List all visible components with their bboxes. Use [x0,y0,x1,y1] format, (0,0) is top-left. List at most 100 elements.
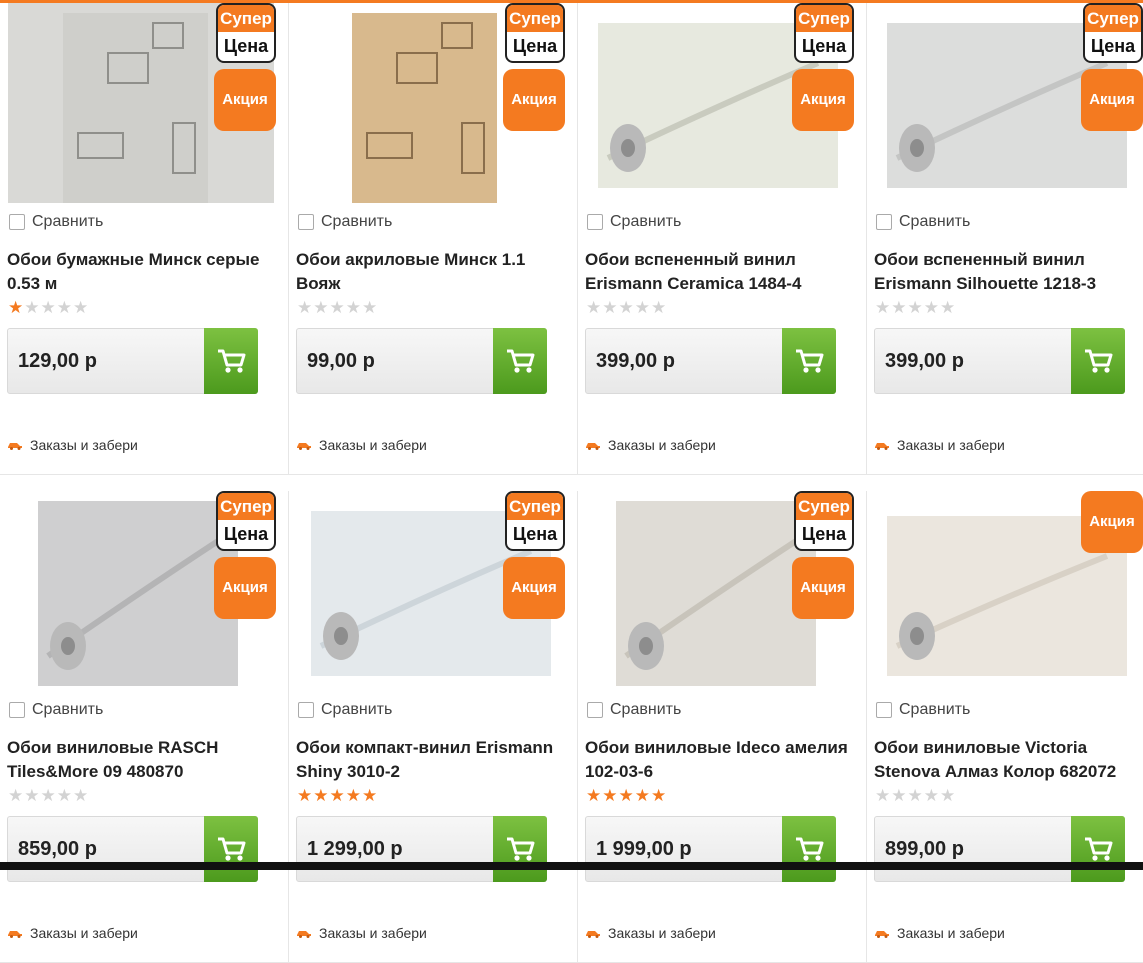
compare-label: Сравнить [610,701,682,718]
product-card[interactable]: Акция Сравнить Обои виниловые Victoria Ste… [867,491,1143,963]
super-price-badge: Супер Цена [216,491,276,551]
price-value: 1 999,00 р [596,838,692,860]
star-icon: ★ [345,298,361,317]
super-price-badge: Супер Цена [794,3,854,63]
star-icon: ★ [634,786,650,805]
star-icon: ★ [602,298,618,317]
add-to-cart-button[interactable] [782,328,836,394]
pickup-link[interactable]: Заказы и забери [585,925,716,941]
checkbox-icon[interactable] [298,214,314,230]
star-icon: ★ [8,298,24,317]
price-value: 899,00 р [885,838,964,860]
product-title[interactable]: Обои компакт-винил Erismann Shiny 3010-2 [296,736,568,784]
compare-checkbox[interactable]: Сравнить [876,213,970,231]
pickup-link[interactable]: Заказы и забери [296,437,427,453]
pickup-link[interactable]: Заказы и забери [296,925,427,941]
compare-label: Сравнить [32,213,104,230]
super-price-badge: Супер Цена [794,491,854,551]
product-card[interactable]: Супер Цена Акция Сравнить Обои вспененный в… [578,3,867,475]
price-box: 399,00 р [585,328,836,394]
compare-checkbox[interactable]: Сравнить [876,701,970,719]
cart-icon [796,349,824,373]
product-card[interactable]: Супер Цена Акция Сравнить Обои бумажные Мин… [0,3,289,475]
product-title[interactable]: Обои виниловые Victoria Stenova Алмаз Ко… [874,736,1143,784]
add-to-cart-button[interactable] [1071,328,1125,394]
product-title[interactable]: Обои бумажные Минск серые 0.53 м [7,248,279,296]
cart-icon [507,837,535,861]
super-price-badge: Супер Цена [505,491,565,551]
product-title[interactable]: Обои виниловые Ideco амелия 102-03-6 [585,736,857,784]
sale-badge: Акция [214,557,276,619]
pickup-link[interactable]: Заказы и забери [7,437,138,453]
pickup-link[interactable]: Заказы и забери [874,925,1005,941]
star-icon: ★ [651,786,667,805]
cart-icon [507,349,535,373]
checkbox-icon[interactable] [9,702,25,718]
compare-checkbox[interactable]: Сравнить [298,213,392,231]
product-card[interactable]: Супер Цена Акция Сравнить Обои компакт-вини… [289,491,578,963]
product-title[interactable]: Обои вспененный винил Erismann Ceramica … [585,248,857,296]
product-card[interactable]: Супер Цена Акция Сравнить Обои виниловые RA… [0,491,289,963]
product-card[interactable]: Супер Цена Акция Сравнить Обои акриловые Ми… [289,3,578,475]
price-box: 99,00 р [296,328,547,394]
add-to-cart-button[interactable] [204,816,258,882]
super-price-badge-bottom: Цена [512,524,558,544]
star-icon: ★ [618,786,634,805]
rating-stars: ★ ★ ★ ★ ★ [8,299,88,316]
star-icon: ★ [56,298,72,317]
super-price-badge-bottom: Цена [223,36,269,56]
super-price-badge-bottom: Цена [223,524,269,544]
checkbox-icon[interactable] [876,702,892,718]
cart-icon [796,837,824,861]
star-icon: ★ [297,298,313,317]
product-title[interactable]: Обои вспененный винил Erismann Silhouett… [874,248,1143,296]
add-to-cart-button[interactable] [782,816,836,882]
car-icon [875,443,889,450]
compare-checkbox[interactable]: Сравнить [587,701,681,719]
super-price-badge-top: Супер [1085,5,1141,32]
compare-checkbox[interactable]: Сравнить [9,701,103,719]
star-icon: ★ [345,786,361,805]
add-to-cart-button[interactable] [1071,816,1125,882]
rating-stars: ★ ★ ★ ★ ★ [8,787,88,804]
product-title[interactable]: Обои виниловые RASCH Tiles&More 09 48087… [7,736,279,784]
checkbox-icon[interactable] [876,214,892,230]
price-value: 1 299,00 р [307,838,403,860]
rating-stars: ★ ★ ★ ★ ★ [297,787,377,804]
add-to-cart-button[interactable] [204,328,258,394]
add-to-cart-button[interactable] [493,328,547,394]
star-icon: ★ [73,298,89,317]
checkbox-icon[interactable] [587,214,603,230]
star-icon: ★ [329,786,345,805]
pickup-label: Заказы и забери [30,437,138,453]
checkbox-icon[interactable] [587,702,603,718]
price-box: 1 299,00 р [296,816,547,882]
star-icon: ★ [362,786,378,805]
rating-stars: ★ ★ ★ ★ ★ [586,299,666,316]
car-icon [297,443,311,450]
star-icon: ★ [634,298,650,317]
pickup-link[interactable]: Заказы и забери [874,437,1005,453]
checkbox-icon[interactable] [298,702,314,718]
sale-badge: Акция [503,557,565,619]
star-icon: ★ [56,786,72,805]
price-box: 859,00 р [7,816,258,882]
compare-label: Сравнить [32,701,104,718]
super-price-badge-bottom: Цена [1090,36,1136,56]
product-card[interactable]: Супер Цена Акция Сравнить Обои вспененный в… [867,3,1143,475]
compare-checkbox[interactable]: Сравнить [587,213,681,231]
price-box: 129,00 р [7,328,258,394]
compare-checkbox[interactable]: Сравнить [9,213,103,231]
star-icon: ★ [907,298,923,317]
star-icon: ★ [923,298,939,317]
pickup-link[interactable]: Заказы и забери [585,437,716,453]
product-title[interactable]: Обои акриловые Минск 1.1 Вояж [296,248,568,296]
product-card[interactable]: Супер Цена Акция Сравнить Обои виниловые Id… [578,491,867,963]
compare-checkbox[interactable]: Сравнить [298,701,392,719]
pickup-link[interactable]: Заказы и забери [7,925,138,941]
compare-label: Сравнить [321,701,393,718]
star-icon: ★ [618,298,634,317]
pickup-label: Заказы и забери [608,437,716,453]
add-to-cart-button[interactable] [493,816,547,882]
checkbox-icon[interactable] [9,214,25,230]
